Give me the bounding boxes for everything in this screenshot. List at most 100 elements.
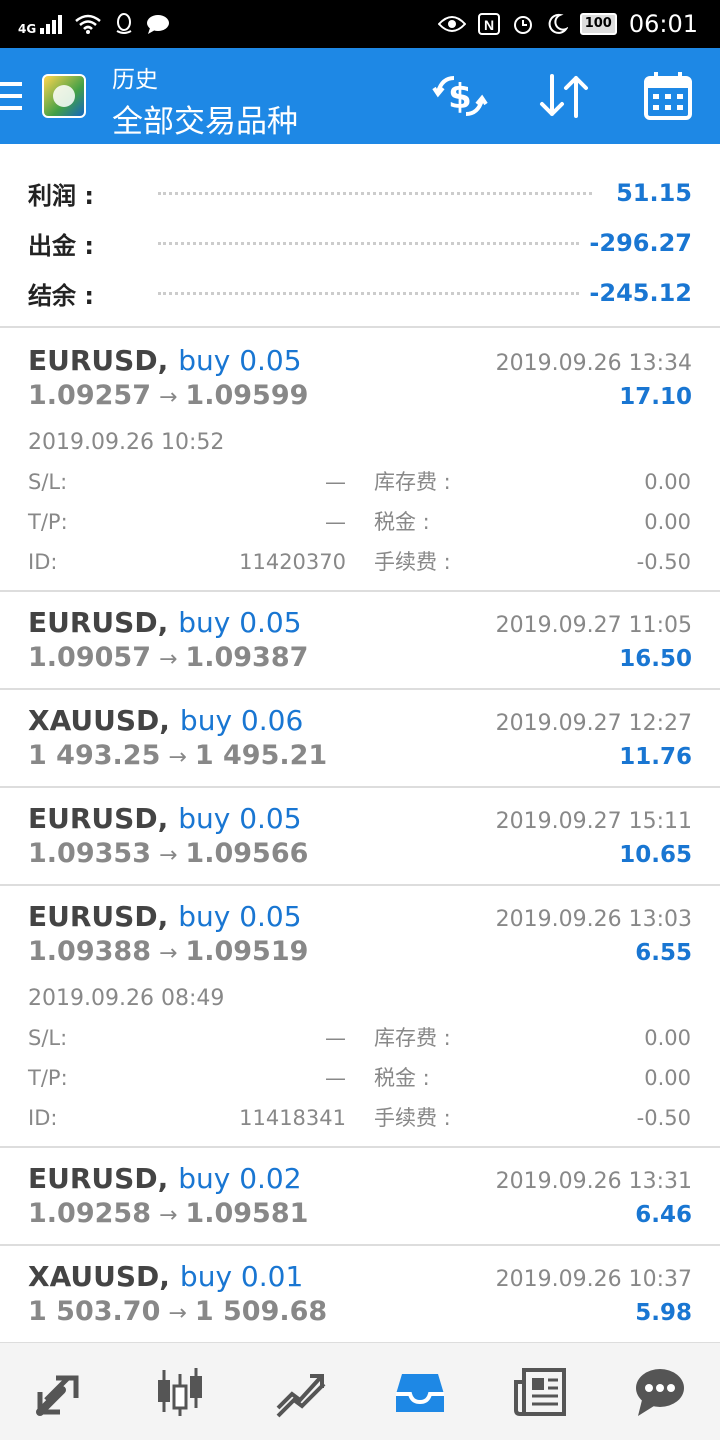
summary-row-profit: 利润 : 51.15 xyxy=(28,168,692,218)
deal-profit: 10.65 xyxy=(619,842,692,868)
arrow-right-icon: → xyxy=(168,1301,187,1326)
detail-tp: T/P: — xyxy=(28,502,346,542)
detail-value: — xyxy=(325,1026,346,1050)
summary-row-withdrawal: 出金 : -296.27 xyxy=(28,218,692,268)
detail-tp: T/P: — xyxy=(28,1058,346,1098)
deal-close-price: 1.09599 xyxy=(185,380,309,411)
deal-close-time: 2019.09.26 13:03 xyxy=(495,907,692,932)
summary-value: -296.27 xyxy=(589,229,692,257)
arrow-right-icon: → xyxy=(158,647,178,672)
detail-value: 0.00 xyxy=(644,510,691,534)
nav-quotes[interactable] xyxy=(20,1352,100,1432)
signal-icon xyxy=(40,14,63,34)
deal-row[interactable]: XAUUSD, buy 0.01 2019.09.26 10:37 1 503.70 →… xyxy=(0,1246,720,1342)
deal-symbol: EURUSD, xyxy=(28,802,169,835)
nav-chart[interactable] xyxy=(140,1352,220,1432)
deal-direction: buy 0.05 xyxy=(178,802,302,835)
sort-icon[interactable] xyxy=(536,70,592,122)
dotted-leader xyxy=(158,241,580,245)
deal-row[interactable]: EURUSD, buy 0.02 2019.09.26 13:31 1.09258 → 1… xyxy=(0,1148,720,1246)
detail-value: 11418341 xyxy=(239,1106,346,1130)
deal-direction: buy 0.05 xyxy=(178,900,302,933)
detail-tax: 税金 : 0.00 xyxy=(346,502,691,542)
detail-fee: 手续费 : -0.50 xyxy=(346,542,691,582)
deal-close-time: 2019.09.26 13:34 xyxy=(495,351,692,376)
chat-icon xyxy=(636,1368,684,1416)
chart-candles-icon xyxy=(158,1367,202,1416)
deal-profit: 11.76 xyxy=(619,744,692,770)
detail-label: 库存费 : xyxy=(374,470,451,494)
detail-label: T/P: xyxy=(28,1066,68,1090)
nav-news[interactable] xyxy=(500,1352,580,1432)
nav-trade[interactable] xyxy=(260,1352,340,1432)
deal-details: S/L: — 库存费 :0.00 T/P: — 税金 :0.00 ID: 11418341 手续… xyxy=(28,1018,692,1138)
deal-profit: 6.46 xyxy=(635,1202,692,1228)
menu-icon[interactable] xyxy=(0,82,22,110)
detail-value: -0.50 xyxy=(636,1106,691,1130)
calendar-icon[interactable] xyxy=(640,70,696,122)
detail-label: ID: xyxy=(28,1106,58,1130)
detail-label: 手续费 : xyxy=(374,550,451,574)
deal-symbol: XAUUSD, xyxy=(28,704,170,737)
deal-direction: buy 0.05 xyxy=(178,606,302,639)
deal-close-price: 1 509.68 xyxy=(194,1296,328,1327)
detail-value: — xyxy=(325,510,346,534)
deal-open-price: 1.09258 xyxy=(28,1198,151,1229)
deal-row[interactable]: EURUSD, buy 0.05 2019.09.26 13:03 1.09388 → 1… xyxy=(0,886,720,1148)
quotes-icon xyxy=(36,1375,79,1416)
detail-label: 库存费 : xyxy=(374,1026,451,1050)
summary-label: 出金 : xyxy=(28,231,94,260)
deal-profit: 6.55 xyxy=(635,940,692,966)
deal-row[interactable]: EURUSD, buy 0.05 2019.09.27 11:05 1.09057 → 1… xyxy=(0,592,720,690)
deals-list: EURUSD, buy 0.05 2019.09.26 13:34 1.09257 → 1… xyxy=(0,330,720,1342)
deal-open-time: 2019.09.26 08:49 xyxy=(28,986,225,1011)
deal-open-price: 1.09057 xyxy=(28,642,151,673)
nfc-icon: N xyxy=(477,13,500,35)
deal-close-time: 2019.09.26 10:37 xyxy=(495,1267,692,1292)
arrow-right-icon: → xyxy=(158,941,178,966)
detail-id: ID: 11420370 xyxy=(28,542,346,582)
detail-tax: 税金 : 0.00 xyxy=(346,1058,691,1098)
page-subtitle: 历史 xyxy=(112,67,158,93)
deal-row[interactable]: EURUSD, buy 0.05 2019.09.27 15:11 1.09353 → 1… xyxy=(0,788,720,886)
deal-close-price: 1.09387 xyxy=(185,642,309,673)
deal-profit: 5.98 xyxy=(635,1300,692,1326)
detail-label: 手续费 : xyxy=(374,1106,451,1130)
detail-value: 0.00 xyxy=(644,470,691,494)
trade-icon xyxy=(276,1373,326,1417)
deal-profit: 17.10 xyxy=(619,384,692,410)
wifi-icon xyxy=(75,14,102,34)
nav-history[interactable] xyxy=(380,1352,460,1432)
arrow-right-icon: → xyxy=(158,385,178,410)
deal-details: S/L: — 库存费 :0.00 T/P: — 税金 :0.00 ID: 11420370 手续… xyxy=(28,462,692,582)
moon-icon xyxy=(548,13,568,34)
svg-text:$: $ xyxy=(448,77,472,117)
detail-swap: 库存费 : 0.00 xyxy=(346,1018,691,1058)
detail-sl: S/L: — xyxy=(28,462,346,502)
history-icon xyxy=(396,1373,444,1412)
deal-close-price: 1.09519 xyxy=(185,936,309,967)
deal-open-price: 1 493.25 xyxy=(28,740,161,771)
detail-label: T/P: xyxy=(28,510,68,534)
detail-value: -0.50 xyxy=(636,550,691,574)
app-bar: 历史 全部交易品种 $ xyxy=(0,48,720,144)
network-type: 4G xyxy=(18,22,37,36)
deal-row[interactable]: EURUSD, buy 0.05 2019.09.26 13:34 1.09257 → 1… xyxy=(0,330,720,592)
page-title[interactable]: 全部交易品种 xyxy=(112,96,298,141)
deal-symbol: EURUSD, xyxy=(28,1162,169,1195)
detail-value: — xyxy=(325,470,346,494)
detail-fee: 手续费 : -0.50 xyxy=(346,1098,691,1138)
dotted-leader xyxy=(158,291,580,295)
detail-value: — xyxy=(325,1066,346,1090)
currency-exchange-icon[interactable]: $ xyxy=(432,70,488,122)
summary-value: -245.12 xyxy=(589,279,692,307)
alarm-icon xyxy=(513,16,532,34)
deal-open-price: 1.09257 xyxy=(28,380,151,411)
eye-icon xyxy=(437,16,466,32)
detail-sl: S/L: — xyxy=(28,1018,346,1058)
deal-open-time: 2019.09.26 10:52 xyxy=(28,430,225,455)
deal-row[interactable]: XAUUSD, buy 0.06 2019.09.27 12:27 1 493.25 →… xyxy=(0,690,720,788)
deal-close-time: 2019.09.27 12:27 xyxy=(495,711,692,736)
detail-value: 0.00 xyxy=(644,1026,691,1050)
nav-chat[interactable] xyxy=(620,1352,700,1432)
